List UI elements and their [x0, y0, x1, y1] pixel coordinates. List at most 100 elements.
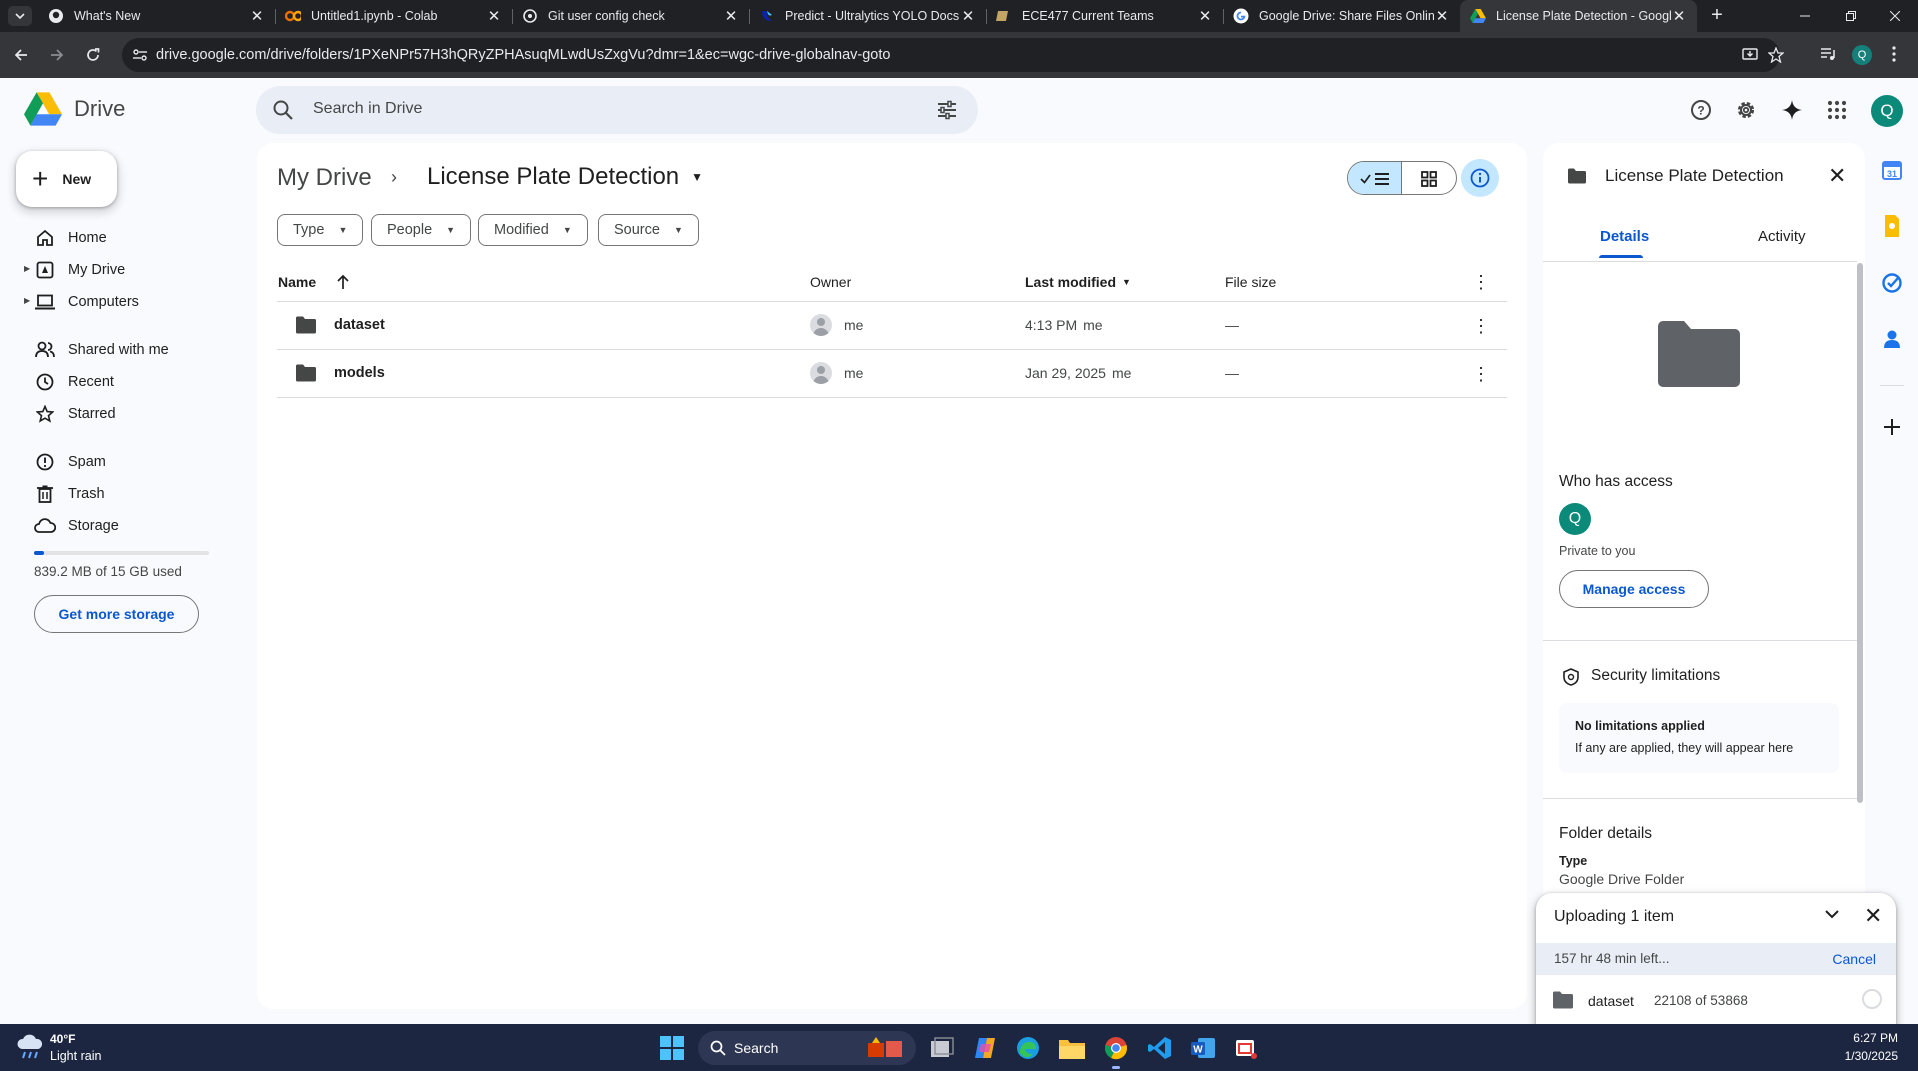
filter-chip-source[interactable]: Source ▼	[598, 214, 699, 246]
close-tab-icon[interactable]: ✕	[1197, 7, 1213, 25]
column-header-name[interactable]: Name	[278, 274, 350, 290]
browser-tab[interactable]: What's New ✕	[38, 0, 275, 32]
column-header-file-size[interactable]: File size	[1225, 274, 1276, 290]
back-button[interactable]	[8, 42, 34, 68]
close-tab-icon[interactable]: ✕	[723, 7, 739, 25]
sort-arrow-up-icon[interactable]	[336, 274, 350, 290]
browser-tab[interactable]: Untitled1.ipynb - Colab ✕	[275, 0, 512, 32]
filter-chip-modified[interactable]: Modified ▼	[478, 214, 588, 246]
help-icon[interactable]: ?	[1688, 97, 1714, 123]
edge-icon[interactable]	[1014, 1034, 1042, 1062]
tasks-icon[interactable]	[1880, 271, 1904, 295]
cancel-upload-button[interactable]: Cancel	[1832, 951, 1876, 967]
close-tab-icon[interactable]: ✕	[1434, 7, 1450, 25]
nav-item-shared-with-me[interactable]: Shared with me	[24, 335, 169, 365]
close-tab-icon[interactable]: ✕	[1671, 7, 1687, 25]
details-info-button[interactable]	[1461, 159, 1499, 197]
grid-view-button[interactable]	[1402, 162, 1456, 194]
restore-button[interactable]	[1828, 0, 1874, 32]
clock-date[interactable]: 1/30/2025	[1845, 1049, 1898, 1063]
tab-activity[interactable]: Activity	[1758, 228, 1806, 245]
contacts-icon[interactable]	[1880, 327, 1904, 351]
drive-logo[interactable]: Drive	[24, 92, 125, 126]
my-drive-icon	[34, 261, 56, 279]
weather-rain-icon[interactable]	[16, 1034, 44, 1063]
browser-tab-active[interactable]: License Plate Detection - Google Drive ✕	[1460, 0, 1697, 32]
tab-search-button[interactable]	[8, 6, 32, 26]
add-addon-icon[interactable]	[1880, 415, 1904, 439]
close-upload-icon[interactable]: ✕	[1864, 903, 1882, 929]
chrome-icon[interactable]	[1102, 1034, 1130, 1062]
browser-tab[interactable]: Google Drive: Share Files Online ✕	[1223, 0, 1460, 32]
windows-start-icon[interactable]	[658, 1034, 686, 1062]
close-details-icon[interactable]: ✕	[1828, 163, 1846, 189]
breadcrumb-my-drive[interactable]: My Drive	[277, 164, 372, 192]
media-control-icon[interactable]	[1820, 46, 1836, 65]
nav-item-computers[interactable]: Computers	[24, 287, 139, 317]
breadcrumb-current-folder[interactable]: License Plate Detection ▼	[427, 163, 703, 191]
close-tab-icon[interactable]: ✕	[960, 7, 976, 25]
close-tab-icon[interactable]: ✕	[249, 7, 265, 25]
snipping-tool-icon[interactable]	[1232, 1034, 1260, 1062]
collapse-chevron-icon[interactable]	[1824, 907, 1840, 925]
browser-menu-icon[interactable]	[1892, 46, 1896, 65]
column-options-kebab-icon[interactable]: ⋮	[1471, 273, 1491, 291]
task-view-icon[interactable]	[928, 1034, 956, 1062]
file-name[interactable]: models	[334, 365, 385, 381]
column-header-owner[interactable]: Owner	[810, 274, 851, 290]
filter-chip-people[interactable]: People ▼	[371, 214, 472, 246]
install-app-icon[interactable]	[1742, 47, 1758, 66]
vscode-icon[interactable]	[1146, 1034, 1174, 1062]
nav-item-recent[interactable]: Recent	[24, 367, 114, 397]
nav-item-starred[interactable]: Starred	[24, 399, 116, 429]
search-options-icon[interactable]	[936, 99, 958, 124]
manage-access-button[interactable]: Manage access	[1559, 570, 1709, 608]
close-window-button[interactable]	[1872, 0, 1918, 32]
site-settings-icon[interactable]	[132, 47, 148, 66]
list-view-button[interactable]	[1348, 162, 1403, 194]
file-explorer-icon[interactable]	[1058, 1034, 1086, 1062]
nav-item-storage[interactable]: Storage	[24, 511, 119, 541]
address-bar[interactable]: drive.google.com/drive/folders/1PXeNPr57…	[122, 38, 1785, 72]
weather-description[interactable]: Light rain	[50, 1049, 101, 1063]
filter-chip-type[interactable]: Type ▼	[277, 214, 364, 246]
nav-item-home[interactable]: Home	[24, 223, 107, 253]
browser-tab[interactable]: Git user config check ✕	[512, 0, 749, 32]
file-name[interactable]: dataset	[334, 317, 385, 333]
nav-item-spam[interactable]: Spam	[24, 447, 106, 477]
search-bar[interactable]: Search in Drive	[256, 86, 978, 134]
browser-tab[interactable]: ECE477 Current Teams ✕	[986, 0, 1223, 32]
gemini-sparkle-icon[interactable]	[1779, 97, 1805, 123]
taskbar-search-box[interactable]: Search	[698, 1031, 916, 1065]
details-scrollbar[interactable]	[1857, 263, 1863, 803]
nav-item-my-drive[interactable]: My Drive	[24, 255, 125, 285]
account-avatar[interactable]: Q	[1871, 95, 1903, 127]
tab-details[interactable]: Details	[1600, 228, 1649, 245]
search-icon[interactable]	[272, 99, 294, 124]
reload-button[interactable]	[80, 42, 106, 68]
bookmark-star-icon[interactable]	[1767, 46, 1785, 66]
word-icon[interactable]: W	[1189, 1034, 1217, 1062]
copilot-icon[interactable]	[971, 1034, 999, 1062]
settings-gear-icon[interactable]	[1733, 97, 1759, 123]
upload-status-bar: 157 hr 48 min left... Cancel	[1536, 943, 1896, 975]
close-tab-icon[interactable]: ✕	[486, 7, 502, 25]
calendar-icon[interactable]: 31	[1880, 158, 1904, 182]
browser-tab[interactable]: Predict - Ultralytics YOLO Docs ✕	[749, 0, 986, 32]
row-actions-kebab-icon[interactable]: ⋮	[1471, 317, 1491, 335]
search-input[interactable]: Search in Drive	[313, 100, 422, 118]
get-more-storage-button[interactable]: Get more storage	[34, 595, 199, 633]
weather-temperature[interactable]: 40°F	[50, 1032, 75, 1046]
clock-time[interactable]: 6:27 PM	[1853, 1031, 1898, 1045]
forward-button[interactable]	[44, 42, 70, 68]
minimize-button[interactable]	[1782, 0, 1828, 32]
keep-icon[interactable]	[1880, 214, 1904, 238]
new-tab-button[interactable]: +	[1705, 4, 1729, 28]
google-apps-icon[interactable]	[1824, 97, 1850, 123]
new-button[interactable]: + New	[16, 151, 117, 207]
upload-progress-dialog: Uploading 1 item ✕ 157 hr 48 min left...…	[1536, 893, 1896, 1025]
nav-item-trash[interactable]: Trash	[24, 479, 105, 509]
column-header-last-modified[interactable]: Last modified ▼	[1025, 274, 1131, 290]
browser-profile-avatar[interactable]: Q	[1852, 45, 1872, 65]
row-actions-kebab-icon[interactable]: ⋮	[1471, 365, 1491, 383]
